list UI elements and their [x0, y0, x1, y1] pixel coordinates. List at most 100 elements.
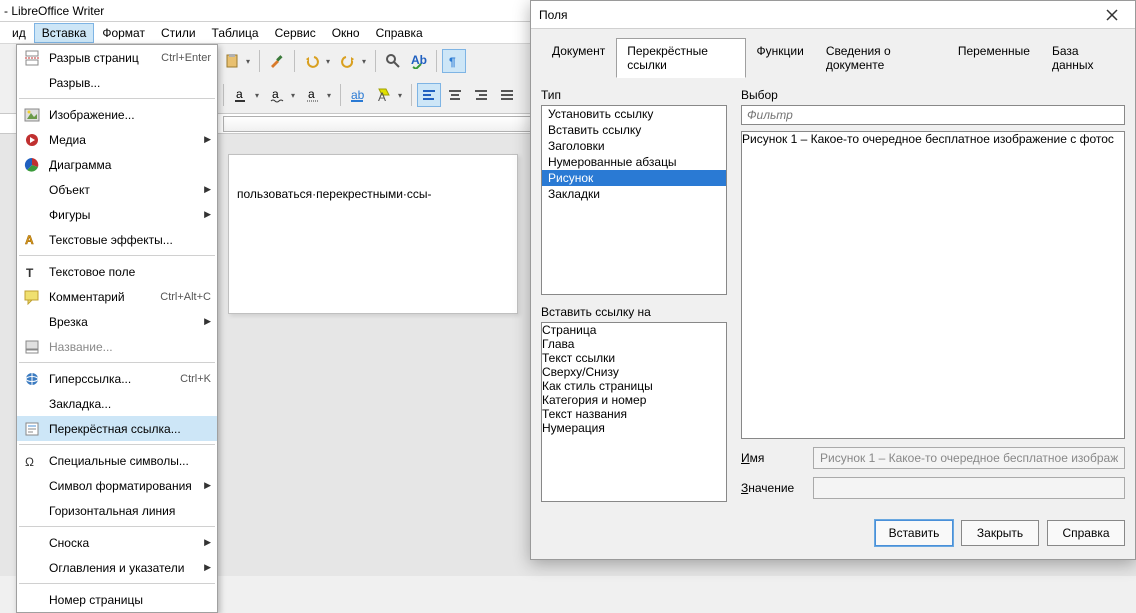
toolbar-align-left-button[interactable]: [417, 83, 441, 107]
separator-icon: [19, 444, 215, 445]
menu-item-styles[interactable]: Стили: [153, 23, 204, 43]
toolbar-align-center-button[interactable]: [443, 83, 467, 107]
list-item[interactable]: Нумерация: [542, 421, 726, 435]
hyperlink-icon: [21, 369, 43, 389]
menu-item-insert[interactable]: Вставка: [34, 23, 95, 43]
toolbar-paste-button[interactable]: [220, 49, 244, 73]
chevron-down-icon[interactable]: ▾: [398, 91, 406, 100]
list-item[interactable]: Глава: [542, 337, 726, 351]
menu-item-cross-reference[interactable]: Перекрёстная ссылка...: [17, 416, 217, 441]
toolbar-undo-button[interactable]: [300, 49, 324, 73]
list-item[interactable]: Нумерованные абзацы: [542, 154, 726, 170]
special-char-icon: Ω: [21, 451, 43, 471]
title-text: - LibreOffice Writer: [4, 4, 104, 18]
name-label: Имя: [741, 451, 803, 465]
tab-database[interactable]: База данных: [1041, 38, 1125, 78]
tab-functions[interactable]: Функции: [746, 38, 815, 78]
list-item[interactable]: Закладки: [542, 186, 726, 202]
menu-item-frame[interactable]: Врезка ▶: [17, 309, 217, 334]
list-item[interactable]: Рисунок 1 – Какое-то очередное бесплатно…: [742, 132, 1124, 146]
toolbar-formatting-marks-button[interactable]: ¶: [442, 49, 466, 73]
toolbar-align-right-button[interactable]: [469, 83, 493, 107]
insert-on-listbox[interactable]: Страница Глава Текст ссылки Сверху/Снизу…: [541, 322, 727, 502]
chevron-right-icon: ▶: [201, 537, 211, 548]
separator-icon: [436, 50, 437, 72]
document-page[interactable]: пользоваться·перекрестными·ссы-: [228, 154, 518, 314]
menu-item-shapes[interactable]: Фигуры ▶: [17, 202, 217, 227]
menu-item-page-break[interactable]: Разрыв страниц Ctrl+Enter: [17, 45, 217, 70]
menu-item-media[interactable]: Медиа ▶: [17, 127, 217, 152]
menu-item-chart[interactable]: Диаграмма: [17, 152, 217, 177]
menu-item-view[interactable]: ид: [4, 23, 34, 43]
menu-item-page-number[interactable]: Номер страницы: [17, 587, 217, 612]
close-icon: [1106, 9, 1118, 21]
list-item[interactable]: Заголовки: [542, 138, 726, 154]
tab-variables[interactable]: Переменные: [947, 38, 1041, 78]
toolbar-underline-a-button[interactable]: a: [229, 83, 253, 107]
list-item[interactable]: Категория и номер: [542, 393, 726, 407]
menu-item-help[interactable]: Справка: [368, 23, 431, 43]
document-text: пользоваться·перекрестными·ссы-: [237, 187, 432, 201]
menu-item-text-effects[interactable]: A Текстовые эффекты...: [17, 227, 217, 252]
dialog-titlebar[interactable]: Поля: [531, 1, 1135, 29]
list-item[interactable]: Сверху/Снизу: [542, 365, 726, 379]
dialog-tabs: Документ Перекрёстные ссылки Функции Све…: [541, 37, 1125, 78]
chevron-down-icon[interactable]: ▾: [246, 57, 254, 66]
media-icon: [21, 130, 43, 150]
toolbar-redo-button[interactable]: [336, 49, 360, 73]
separator-icon: [19, 98, 215, 99]
menu-item-tools[interactable]: Сервис: [267, 23, 324, 43]
chevron-down-icon[interactable]: ▾: [291, 91, 299, 100]
menu-item-bookmark[interactable]: Закладка...: [17, 391, 217, 416]
toolbar-brush-button[interactable]: [265, 49, 289, 73]
menu-item-hyperlink[interactable]: Гиперссылка... Ctrl+K: [17, 366, 217, 391]
list-item[interactable]: Как стиль страницы: [542, 379, 726, 393]
toolbar-underline-dot-button[interactable]: a: [301, 83, 325, 107]
chevron-down-icon[interactable]: ▾: [327, 91, 335, 100]
menu-item-break[interactable]: Разрыв...: [17, 70, 217, 95]
type-listbox[interactable]: Установить ссылку Вставить ссылку Заголо…: [541, 105, 727, 295]
close-button[interactable]: [1097, 4, 1127, 26]
menu-item-format[interactable]: Формат: [94, 23, 153, 43]
insert-button[interactable]: Вставить: [875, 520, 953, 546]
list-item[interactable]: Рисунок: [542, 170, 726, 186]
list-item[interactable]: Страница: [542, 323, 726, 337]
value-label: Значение: [741, 481, 803, 495]
list-item[interactable]: Текст ссылки: [542, 351, 726, 365]
filter-input[interactable]: [741, 105, 1125, 125]
tab-document[interactable]: Документ: [541, 38, 616, 78]
toolbar-find-button[interactable]: [381, 49, 405, 73]
menu-item-window[interactable]: Окно: [324, 23, 368, 43]
menu-item-caption[interactable]: Название...: [17, 334, 217, 359]
chevron-down-icon[interactable]: ▾: [326, 57, 334, 66]
help-button[interactable]: Справка: [1047, 520, 1125, 546]
separator-icon: [411, 84, 412, 106]
menu-item-comment[interactable]: Комментарий Ctrl+Alt+C: [17, 284, 217, 309]
value-input[interactable]: [813, 477, 1125, 499]
toolbar-underline-wave-button[interactable]: a: [265, 83, 289, 107]
menu-item-footnote[interactable]: Сноска ▶: [17, 530, 217, 555]
menu-item-object[interactable]: Объект ▶: [17, 177, 217, 202]
name-input[interactable]: [813, 447, 1125, 469]
menu-item-horizontal-line[interactable]: Горизонтальная линия: [17, 498, 217, 523]
menu-item-special-chars[interactable]: Ω Специальные символы...: [17, 448, 217, 473]
menu-item-toc-indexes[interactable]: Оглавления и указатели ▶: [17, 555, 217, 580]
menu-item-text-field[interactable]: T Текстовое поле: [17, 259, 217, 284]
list-item[interactable]: Текст названия: [542, 407, 726, 421]
close-dialog-button[interactable]: Закрыть: [961, 520, 1039, 546]
toolbar-highlight-button[interactable]: A: [372, 83, 396, 107]
toolbar-align-justify-button[interactable]: [495, 83, 519, 107]
chevron-down-icon[interactable]: ▾: [255, 91, 263, 100]
list-item[interactable]: Вставить ссылку: [542, 122, 726, 138]
selection-listbox[interactable]: Рисунок 1 – Какое-то очередное бесплатно…: [741, 131, 1125, 439]
toolbar-spellcheck-button[interactable]: Abc: [407, 49, 431, 73]
menu-item-image[interactable]: Изображение...: [17, 102, 217, 127]
list-item[interactable]: Установить ссылку: [542, 106, 726, 122]
menu-item-formatting-symbol[interactable]: Символ форматирования ▶: [17, 473, 217, 498]
svg-text:a: a: [272, 87, 279, 101]
tab-cross-references[interactable]: Перекрёстные ссылки: [616, 38, 745, 78]
tab-docinfo[interactable]: Сведения о документе: [815, 38, 947, 78]
toolbar-char-bg-button[interactable]: ab: [346, 83, 370, 107]
menu-item-table[interactable]: Таблица: [204, 23, 267, 43]
chevron-down-icon[interactable]: ▾: [362, 57, 370, 66]
